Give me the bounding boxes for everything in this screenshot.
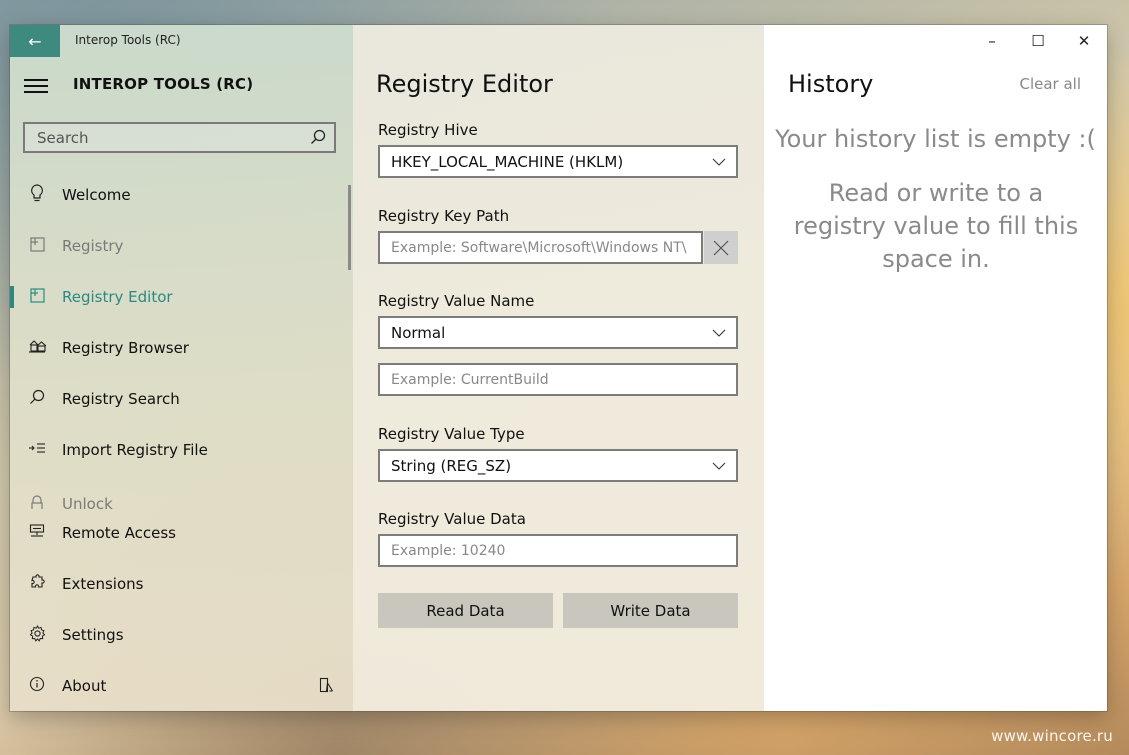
puzzle-icon (27, 574, 47, 594)
nav-label: Settings (62, 626, 124, 644)
key-path-box (378, 231, 703, 264)
nav-item-welcome[interactable]: Welcome (10, 173, 353, 217)
title-bar: ← Interop Tools (RC) (10, 25, 353, 57)
nav-label: Welcome (62, 186, 131, 204)
app-title: INTEROP TOOLS (RC) (73, 75, 254, 93)
watermark: www.wincore.ru (991, 727, 1113, 745)
value-data-label: Registry Value Data (378, 510, 526, 528)
hive-dropdown[interactable]: HKEY_LOCAL_MACHINE (HKLM) (378, 145, 738, 178)
nav-item-unlock[interactable]: Unlock (10, 491, 353, 509)
lightbulb-icon (27, 184, 47, 206)
clear-key-path-button[interactable] (704, 231, 738, 264)
nav-label: Registry Editor (62, 288, 173, 306)
nav-item-registry-editor[interactable]: Registry Editor (10, 275, 353, 319)
value-name-label: Registry Value Name (378, 292, 535, 310)
nav-label: Unlock (62, 495, 113, 509)
window-title: Interop Tools (RC) (75, 33, 181, 47)
value-type-selected-value: String (REG_SZ) (391, 457, 512, 475)
nav-item-about[interactable]: About (10, 664, 353, 708)
chevron-down-icon (712, 158, 726, 166)
feedback-icon[interactable] (319, 677, 335, 695)
registry-editor-pane: Registry Editor Registry Hive HKEY_LOCAL… (353, 25, 764, 711)
value-name-box (378, 363, 738, 396)
registry-icon (27, 236, 47, 256)
nav-label: Registry (62, 237, 124, 255)
value-data-box (378, 534, 738, 567)
close-button[interactable]: ✕ (1061, 25, 1107, 57)
lock-icon (27, 495, 47, 509)
chevron-down-icon (712, 329, 726, 337)
active-indicator (10, 286, 14, 308)
nav-item-extensions[interactable]: Extensions (10, 562, 353, 606)
search-input[interactable] (25, 124, 319, 151)
read-data-button[interactable]: Read Data (378, 593, 553, 628)
registry-browser-icon (27, 339, 47, 357)
search-box (23, 122, 336, 153)
nav-item-registry[interactable]: Registry (10, 224, 353, 268)
search-icon[interactable] (310, 129, 326, 145)
hive-label: Registry Hive (378, 121, 478, 139)
hamburger-menu-icon[interactable] (24, 75, 48, 95)
key-path-label: Registry Key Path (378, 207, 510, 225)
nav-label: Registry Search (62, 390, 180, 408)
info-icon (27, 676, 47, 696)
back-arrow-icon: ← (28, 31, 42, 51)
nav-label: Extensions (62, 575, 144, 593)
page-title: Registry Editor (376, 70, 553, 98)
value-name-mode-value: Normal (391, 324, 446, 342)
write-data-button[interactable]: Write Data (563, 593, 738, 628)
back-button[interactable]: ← (10, 25, 60, 57)
key-path-input[interactable] (380, 233, 701, 262)
history-title: History (788, 70, 874, 98)
value-name-mode-dropdown[interactable]: Normal (378, 316, 738, 349)
nav-label: Registry Browser (62, 339, 189, 357)
value-data-input[interactable] (380, 536, 736, 565)
import-icon (27, 442, 47, 458)
value-name-input[interactable] (380, 365, 736, 394)
value-type-dropdown[interactable]: String (REG_SZ) (378, 449, 738, 482)
history-empty-title: Your history list is empty :( (775, 125, 1096, 153)
maximize-button[interactable]: ☐ (1015, 25, 1061, 57)
history-pane: – ☐ ✕ History Clear all Your history lis… (764, 25, 1107, 711)
nav-item-settings[interactable]: Settings (10, 613, 353, 657)
search-icon (27, 389, 47, 409)
remote-icon (27, 524, 47, 542)
clear-all-link[interactable]: Clear all (1019, 75, 1081, 93)
nav-label: Remote Access (62, 524, 176, 542)
nav-item-registry-search[interactable]: Registry Search (10, 377, 353, 421)
nav-label: Import Registry File (62, 441, 208, 459)
nav-pane: ← Interop Tools (RC) INTEROP TOOLS (RC) … (10, 25, 353, 711)
app-window: ← Interop Tools (RC) INTEROP TOOLS (RC) … (10, 25, 1107, 711)
registry-editor-icon (27, 287, 47, 307)
nav-item-import-registry-file[interactable]: Import Registry File (10, 428, 353, 472)
nav-item-registry-browser[interactable]: Registry Browser (10, 326, 353, 370)
minimize-button[interactable]: – (969, 25, 1015, 57)
value-type-label: Registry Value Type (378, 425, 525, 443)
nav-scrollbar-thumb[interactable] (348, 185, 351, 270)
close-icon (713, 240, 729, 255)
history-empty-hint: Read or write to a registry value to fil… (793, 179, 1079, 273)
gear-icon (27, 624, 47, 646)
nav-label: About (62, 677, 107, 695)
chevron-down-icon (712, 462, 726, 470)
hive-selected-value: HKEY_LOCAL_MACHINE (HKLM) (391, 153, 624, 171)
nav-item-remote-access[interactable]: Remote Access (10, 511, 353, 555)
window-controls: – ☐ ✕ (969, 25, 1107, 57)
